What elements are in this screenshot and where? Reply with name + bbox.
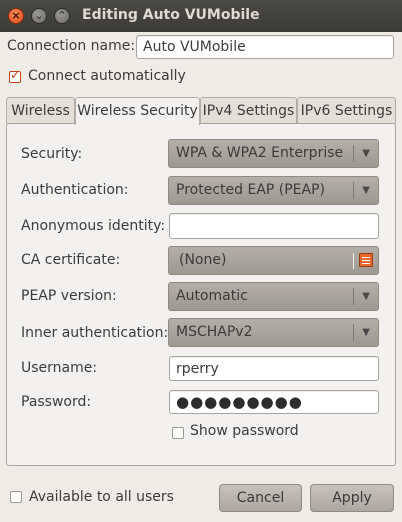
cancel-button[interactable]: Cancel [219, 484, 302, 512]
tab-ipv4-settings[interactable]: IPv4 Settings [200, 97, 297, 124]
security-label: Security: [21, 146, 83, 162]
connection-name-label: Connection name: [7, 38, 136, 54]
authentication-select[interactable]: Protected EAP (PEAP) ▼ [168, 176, 379, 205]
tab-wireless-security[interactable]: Wireless Security [75, 97, 200, 125]
username-input[interactable] [169, 356, 379, 381]
ca-certificate-label: CA certificate: [21, 252, 121, 268]
close-icon: × [11, 9, 21, 22]
password-label: Password: [21, 394, 92, 410]
anonymous-identity-input[interactable] [169, 213, 379, 239]
close-window-button[interactable]: × [8, 8, 24, 24]
peap-version-label: PEAP version: [21, 288, 117, 304]
available-to-all-users-label: Available to all users [29, 489, 174, 505]
anonymous-identity-label: Anonymous identity: [21, 218, 166, 234]
security-select[interactable]: WPA & WPA2 Enterprise ▼ [168, 139, 379, 168]
authentication-label: Authentication: [21, 182, 129, 198]
apply-button[interactable]: Apply [310, 484, 394, 512]
inner-authentication-select[interactable]: MSCHAPv2 ▼ [168, 318, 379, 347]
maximize-window-button[interactable]: ⌃ [54, 8, 70, 24]
inner-authentication-label: Inner authentication: [21, 325, 169, 341]
dropdown-arrow-icon: ▼ [362, 291, 370, 302]
document-open-icon [359, 253, 373, 267]
available-to-all-users-checkbox[interactable] [10, 491, 22, 503]
show-password-label: Show password [190, 423, 299, 439]
window-title: Editing Auto VUMobile [82, 7, 260, 23]
peap-version-select[interactable]: Automatic ▼ [168, 282, 379, 311]
tab-ipv6-settings[interactable]: IPv6 Settings [297, 97, 396, 124]
title-bar: × ⌄ ⌃ Editing Auto VUMobile [0, 0, 402, 32]
connection-name-input[interactable] [136, 35, 394, 59]
password-input[interactable]: ●●●●●●●●● [169, 390, 379, 414]
dropdown-arrow-icon: ▼ [362, 185, 370, 196]
dropdown-arrow-icon: ▼ [362, 327, 370, 338]
connect-automatically-label: Connect automatically [28, 68, 186, 84]
tab-wireless[interactable]: Wireless [6, 97, 75, 124]
ca-certificate-file-button[interactable]: (None) [168, 246, 379, 275]
minimize-icon: ⌄ [34, 9, 44, 22]
dropdown-arrow-icon: ▼ [362, 148, 370, 159]
maximize-icon: ⌃ [57, 9, 67, 22]
minimize-window-button[interactable]: ⌄ [31, 8, 47, 24]
connect-automatically-checkbox[interactable] [9, 68, 21, 83]
username-label: Username: [21, 360, 98, 376]
show-password-checkbox[interactable] [172, 427, 184, 439]
